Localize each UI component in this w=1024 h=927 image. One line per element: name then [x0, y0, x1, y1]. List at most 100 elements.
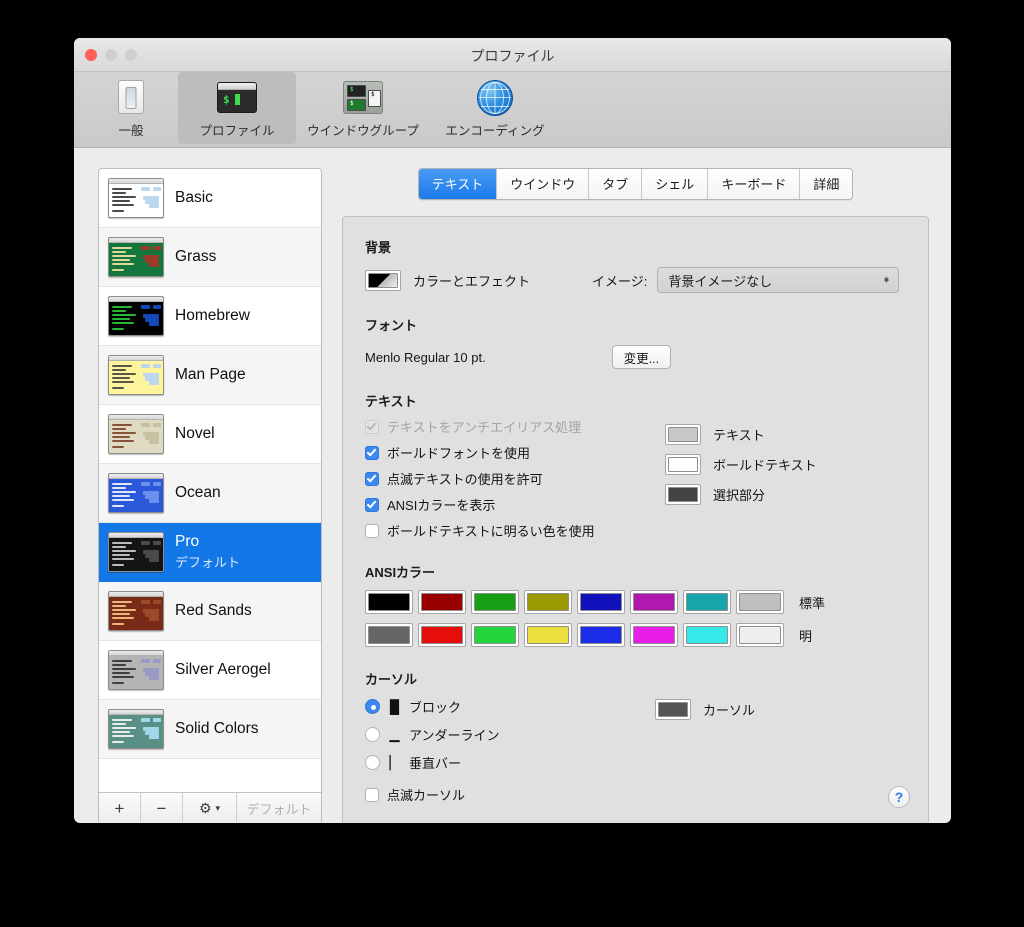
profile-list-item[interactable]: Pro デフォルト — [99, 523, 321, 582]
ansi-color-swatch[interactable] — [418, 623, 466, 647]
profile-thumbnail — [108, 296, 164, 336]
text-option-row[interactable]: ANSIカラーを表示 — [365, 495, 665, 514]
remove-profile-button[interactable]: − — [141, 793, 183, 823]
ansi-color-swatch[interactable] — [524, 623, 572, 647]
ansi-color-swatch[interactable] — [736, 623, 784, 647]
text-option-row[interactable]: 点滅テキストの使用を許可 — [365, 469, 665, 488]
profile-thumbnail — [108, 355, 164, 395]
text-color-row: 選択部分 — [665, 484, 817, 505]
cursor-option-label: ブロック — [409, 700, 462, 715]
ansi-bright-row: 明 — [365, 623, 906, 647]
cursor-options-group: █ ブロック ▁ アンダーライン ▏ 垂直バー点滅カーソル — [365, 688, 655, 804]
change-font-button[interactable]: 変更... — [611, 345, 672, 369]
checkbox[interactable] — [365, 787, 379, 802]
radio-button[interactable] — [365, 699, 380, 714]
ansi-color-swatch[interactable] — [736, 590, 784, 614]
text-color-swatch[interactable] — [665, 484, 701, 505]
ansi-color-swatch[interactable] — [524, 590, 572, 614]
settings-tab[interactable]: キーボード — [708, 169, 801, 199]
radio-button[interactable] — [365, 727, 380, 742]
ansi-color-swatch[interactable] — [630, 590, 678, 614]
profile-list-item[interactable]: Man Page — [99, 346, 321, 405]
toolbar-item-profiles-label: プロファイル — [199, 124, 275, 138]
profile-name: Man Page — [175, 366, 246, 383]
settings-tab[interactable]: 詳細 — [800, 169, 853, 199]
checkbox[interactable] — [365, 497, 379, 512]
text-option-label: ボールドテキストに明るい色を使用 — [387, 524, 595, 539]
settings-tab-bar[interactable]: テキスト ウインドウ タブ シェル キーボード 詳細 — [417, 168, 854, 200]
profile-list-item[interactable]: Basic — [99, 169, 321, 228]
text-color-row: ボールドテキスト — [665, 454, 817, 475]
checkbox[interactable] — [365, 471, 379, 486]
cursor-color-swatch[interactable] — [655, 699, 691, 720]
settings-tab[interactable]: テキスト — [418, 169, 498, 199]
ansi-color-swatch[interactable] — [577, 590, 625, 614]
ansi-color-swatch[interactable] — [471, 623, 519, 647]
text-option-row[interactable]: ボールドテキストに明るい色を使用 — [365, 521, 665, 540]
profile-list-item[interactable]: Silver Aerogel — [99, 641, 321, 700]
help-button[interactable]: ? — [888, 786, 910, 808]
blink-cursor-row[interactable]: 点滅カーソル — [365, 785, 655, 804]
text-color-swatch[interactable] — [665, 454, 701, 475]
profile-list-item[interactable]: Novel — [99, 405, 321, 464]
chevron-updown-icon: ▲ ▼ — [882, 274, 891, 285]
ansi-color-swatch[interactable] — [683, 590, 731, 614]
settings-tab[interactable]: ウインドウ — [497, 169, 590, 199]
cursor-option-row[interactable]: ▏ 垂直バー — [365, 753, 655, 772]
profile-name: Basic — [175, 189, 213, 206]
set-default-button[interactable]: デフォルト — [237, 793, 321, 823]
profile-name: Homebrew — [175, 307, 250, 324]
checkbox[interactable] — [365, 419, 379, 434]
background-section-title: 背景 — [365, 240, 392, 255]
settings-tab[interactable]: シェル — [642, 169, 709, 199]
text-option-row[interactable]: テキストをアンチエイリアス処理 — [365, 417, 665, 436]
ansi-color-swatch[interactable] — [683, 623, 731, 647]
general-icon — [110, 78, 152, 116]
settings-tab[interactable]: タブ — [589, 169, 643, 199]
profile-list-item[interactable]: Red Sands — [99, 582, 321, 641]
toolbar-item-encodings[interactable]: エンコーディング — [430, 72, 560, 144]
background-image-select[interactable]: 背景イメージなし ▲ ▼ — [657, 267, 900, 293]
profile-list-item[interactable]: Solid Colors — [99, 700, 321, 759]
ansi-color-swatch[interactable] — [630, 623, 678, 647]
window-group-icon: $ $ $ — [342, 78, 384, 116]
cursor-option-row[interactable]: ▁ アンダーライン — [365, 725, 655, 744]
text-color-row: テキスト — [665, 424, 817, 445]
gear-icon: ⚙ — [198, 800, 212, 816]
profile-thumbnail — [108, 591, 164, 631]
checkbox[interactable] — [365, 523, 379, 538]
profile-thumbnail — [108, 414, 164, 454]
profile-name: Solid Colors — [175, 720, 259, 737]
profile-list-toolbar: + − ⚙ ▾ デフォルト — [99, 792, 321, 823]
profile-list-item[interactable]: Grass — [99, 228, 321, 287]
preferences-body: Basic Grass Homebrew Man Page Novel Ocean Pro デ… — [74, 148, 951, 823]
ansi-color-swatch[interactable] — [365, 623, 413, 647]
ansi-color-swatch[interactable] — [365, 590, 413, 614]
cursor-shape-icon: ▏ — [389, 754, 400, 770]
toolbar-item-profiles[interactable]: $ プロファイル — [178, 72, 296, 144]
radio-button[interactable] — [365, 755, 380, 770]
ansi-color-swatch[interactable] — [577, 623, 625, 647]
text-color-label: ボールドテキスト — [713, 458, 817, 473]
text-settings-panel: 背景 カラーとエフェクト イメージ: 背景イメージなし ▲ ▼ フォント Menl… — [342, 216, 929, 823]
ansi-normal-label: 標準 — [799, 595, 826, 611]
add-profile-button[interactable]: + — [99, 793, 141, 823]
background-image-label: イメージ: — [592, 273, 648, 289]
profile-actions-button[interactable]: ⚙ ▾ — [183, 793, 237, 823]
window-titlebar: プロファイル — [74, 38, 951, 72]
text-options-group: テキストをアンチエイリアス処理 ボールドフォントを使用 点滅テキストの使用を許可 AN… — [365, 410, 665, 540]
checkbox[interactable] — [365, 445, 379, 460]
toolbar-item-general[interactable]: 一般 — [86, 72, 176, 144]
toolbar-item-window-groups[interactable]: $ $ $ ウインドウグループ — [298, 72, 428, 144]
profile-list[interactable]: Basic Grass Homebrew Man Page Novel Ocean Pro デ… — [99, 169, 321, 792]
ansi-color-swatch[interactable] — [471, 590, 519, 614]
cursor-option-row[interactable]: █ ブロック — [365, 697, 655, 716]
text-option-row[interactable]: ボールドフォントを使用 — [365, 443, 665, 462]
font-section-title: フォント — [365, 318, 418, 333]
ansi-color-swatch[interactable] — [418, 590, 466, 614]
background-color-swatch[interactable] — [365, 269, 401, 291]
profile-list-item[interactable]: Homebrew — [99, 287, 321, 346]
text-color-swatch[interactable] — [665, 424, 701, 445]
profile-list-item[interactable]: Ocean — [99, 464, 321, 523]
cursor-shape-icon: ▁ — [389, 726, 400, 742]
